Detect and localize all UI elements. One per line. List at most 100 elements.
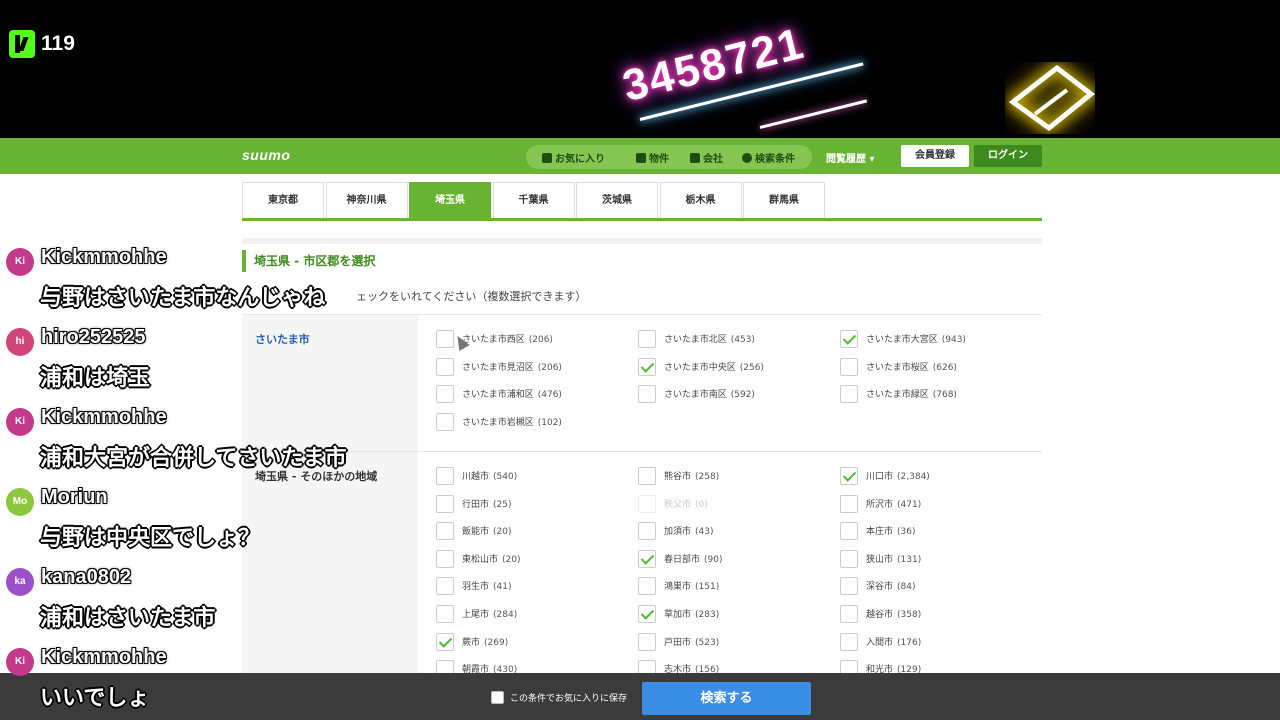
area-count: (284)	[493, 610, 518, 620]
chat-message: hi hiro252525 浦和は埼玉	[0, 320, 400, 400]
area-option-label: 熊谷市 (258)	[664, 469, 719, 482]
area-option-label: さいたま市西区 (206)	[462, 332, 553, 345]
prefecture-tab[interactable]: 栃木県	[659, 182, 742, 218]
area-name: 川越市	[462, 472, 490, 482]
checkbox[interactable]	[840, 549, 858, 568]
nav-favorites[interactable]: お気に入り	[542, 150, 605, 165]
area-option-label: 川越市 (540)	[462, 469, 517, 482]
checkbox[interactable]	[638, 577, 656, 596]
area-count: (131)	[897, 554, 922, 565]
area-name: 加須市	[664, 527, 692, 538]
chat-username[interactable]: Kickmmohhe	[41, 246, 167, 269]
checked-checkbox[interactable]	[638, 357, 656, 376]
area-name: 狭山市	[866, 554, 894, 565]
nav-property[interactable]: 物件	[636, 150, 669, 165]
checkbox[interactable]	[840, 577, 858, 596]
area-count: (258)	[695, 472, 720, 482]
area-option-label: さいたま市大宮区 (943)	[866, 332, 966, 345]
chat-text: 浦和はさいたま市	[40, 606, 216, 631]
search-button[interactable]: 検索する	[642, 682, 811, 715]
chat-text: 浦和大宮が合併してさいたま市	[40, 446, 347, 471]
checkbox[interactable]	[840, 632, 858, 651]
nav-search-conditions[interactable]: 検索条件	[742, 150, 795, 165]
nav-favorites-label: お気に入り	[555, 154, 605, 165]
checkbox[interactable]	[436, 330, 454, 348]
checkbox[interactable]	[638, 385, 656, 404]
save-favorite-label[interactable]: この条件でお気に入りに保存	[510, 691, 627, 704]
chat-text: 浦和は埼玉	[40, 366, 151, 391]
prefecture-tab[interactable]: 埼玉県	[409, 182, 491, 218]
area-name: さいたま市大宮区	[866, 335, 938, 345]
checkbox[interactable]	[840, 605, 858, 623]
avatar: Ki	[6, 648, 34, 676]
area-count: (592)	[730, 390, 755, 401]
area-count: (2,384)	[897, 472, 930, 482]
prefecture-tab[interactable]: 神奈川県	[325, 182, 408, 218]
chat-username[interactable]: Kickmmohhe	[41, 406, 167, 429]
checkbox[interactable]	[840, 494, 858, 513]
checkbox[interactable]	[436, 412, 454, 431]
prefecture-tab[interactable]: 茨城県	[576, 182, 658, 218]
area-option-label: 上尾市 (284)	[462, 607, 517, 620]
area-name: さいたま市南区	[664, 390, 727, 401]
checkbox[interactable]	[436, 549, 454, 568]
area-name: 羽生市	[462, 582, 490, 593]
checkbox[interactable]	[840, 522, 858, 541]
checked-checkbox[interactable]	[638, 605, 656, 623]
checkbox[interactable]	[840, 357, 858, 376]
suumo-logo[interactable]: suumo	[242, 147, 290, 163]
area-option-label: さいたま市桜区 (626)	[866, 360, 957, 373]
prefecture-tab[interactable]: 東京都	[242, 182, 324, 218]
chat-username[interactable]: hiro252525	[41, 326, 146, 349]
area-count: (206)	[528, 335, 553, 345]
checkbox[interactable]	[436, 357, 454, 376]
area-name: さいたま市中央区	[664, 362, 736, 373]
chat-username[interactable]: Moriun	[41, 486, 108, 509]
checked-checkbox[interactable]	[638, 549, 656, 568]
checkbox[interactable]	[436, 577, 454, 596]
prefecture-tab[interactable]: 群馬県	[743, 182, 825, 218]
neon-arrow-icon	[1008, 64, 1095, 132]
checkbox[interactable]	[436, 494, 454, 513]
chat-username[interactable]: Kickmmohhe	[41, 646, 167, 669]
area-option-label: 戸田市 (523)	[664, 635, 719, 648]
checkbox[interactable]	[638, 467, 656, 485]
area-name: さいたま市北区	[664, 335, 727, 345]
chat-text: 与野はさいたま市なんじゃね	[40, 286, 326, 311]
checked-checkbox[interactable]	[840, 467, 858, 485]
chat-message: ka kana0802 浦和はさいたま市	[0, 560, 400, 640]
checkbox[interactable]	[436, 605, 454, 623]
checkbox[interactable]	[840, 385, 858, 404]
chat-username[interactable]: kana0802	[41, 566, 131, 589]
search-icon	[742, 153, 752, 163]
register-button[interactable]: 会員登録	[901, 145, 969, 167]
area-option-label: さいたま市北区 (453)	[664, 332, 755, 345]
prefecture-tab[interactable]: 千葉県	[492, 182, 575, 218]
area-name: さいたま市桜区	[866, 362, 929, 373]
checkbox[interactable]	[638, 632, 656, 651]
area-count: (102)	[537, 417, 562, 428]
area-option-label: 本庄市 (36)	[866, 524, 916, 537]
area-count: (256)	[739, 362, 764, 373]
area-option-label: 狭山市 (131)	[866, 552, 921, 565]
nav-property-label: 物件	[649, 154, 669, 165]
checked-checkbox[interactable]	[436, 632, 454, 651]
area-option-label: 羽生市 (41)	[462, 579, 512, 592]
history-dropdown[interactable]: 閲覧履歴 ▾	[826, 150, 875, 165]
area-name: 東松山市	[462, 554, 499, 565]
area-name: さいたま市岩槻区	[462, 417, 534, 428]
area-name: 深谷市	[866, 582, 894, 593]
area-count: (20)	[502, 554, 521, 565]
nav-search-conditions-label: 検索条件	[755, 154, 795, 165]
checkbox[interactable]	[436, 522, 454, 541]
nav-company[interactable]: 会社	[690, 150, 723, 165]
login-button[interactable]: ログイン	[974, 145, 1042, 167]
checked-checkbox[interactable]	[840, 330, 858, 348]
save-favorite-checkbox[interactable]	[491, 691, 504, 704]
checkbox[interactable]	[436, 467, 454, 485]
area-name: 越谷市	[866, 610, 894, 620]
area-name: さいたま市浦和区	[462, 390, 534, 401]
checkbox[interactable]	[638, 330, 656, 348]
checkbox[interactable]	[436, 385, 454, 404]
checkbox[interactable]	[638, 522, 656, 541]
